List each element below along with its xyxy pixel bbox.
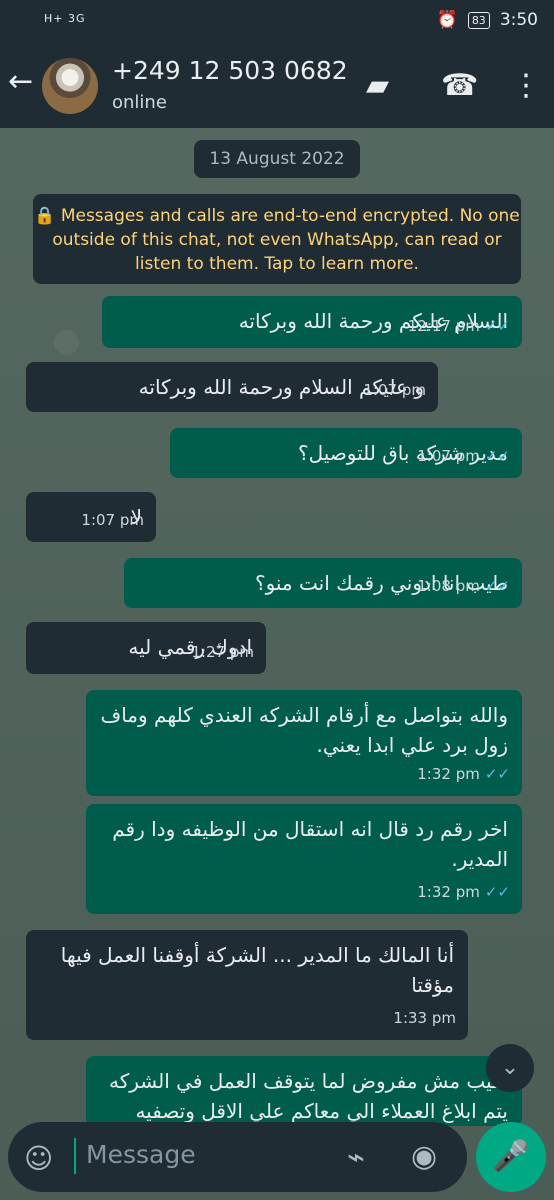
camera-icon[interactable]: ◉ — [411, 1139, 437, 1174]
message-meta: 1:08 pm ✓✓ — [417, 577, 510, 595]
read-receipt-icon: ✓✓ — [484, 317, 510, 335]
message-bubble[interactable]: والله بتواصل مع أرقام الشركه العندي كلهم… — [86, 690, 522, 796]
message-bubble[interactable]: السلام عليكم ورحمة الله وبركاته 12:17 pm… — [102, 296, 522, 348]
chat-area[interactable]: 13 August 2022 🔒 Messages and calls are … — [0, 128, 554, 1200]
scroll-down-button[interactable]: ⌄ — [486, 1044, 534, 1092]
read-receipt-icon: ✓✓ — [484, 447, 510, 465]
contact-status: online — [112, 92, 167, 113]
avatar[interactable] — [42, 58, 98, 114]
message-meta: 1:07 pm — [81, 511, 144, 529]
alarm-icon: ⏰ — [436, 10, 458, 30]
status-bar: H+ 3G ⏰ 83 3:50 — [0, 0, 554, 42]
voice-call-icon[interactable]: ☎ — [441, 68, 478, 103]
message-meta: 1:07 pm ✓✓ — [417, 447, 510, 465]
status-right: ⏰ 83 3:50 — [437, 10, 538, 30]
microphone-icon: 🎤 — [492, 1139, 530, 1174]
message-bubble[interactable]: و عليكم السلام ورحمة الله وبركاته 1:07 p… — [26, 362, 438, 412]
message-meta: 1:32 pm ✓✓ — [417, 883, 510, 901]
battery-level: 83 — [467, 11, 490, 29]
message-meta: 1:27 pm — [191, 643, 254, 661]
message-input-placeholder[interactable]: Message — [86, 1140, 196, 1169]
encryption-notice[interactable]: 🔒 Messages and calls are end-to-end encr… — [33, 194, 521, 284]
message-meta: 12:17 pm ✓✓ — [407, 317, 510, 335]
text-cursor — [74, 1138, 76, 1174]
message-bubble[interactable]: مدير شركه باق للتوصيل؟ 1:07 pm ✓✓ — [170, 428, 522, 478]
message-meta: 1:07 pm — [363, 381, 426, 399]
date-chip: 13 August 2022 — [194, 140, 360, 178]
contact-title[interactable]: +249 12 503 0682 — [112, 56, 348, 85]
read-receipt-icon: ✓✓ — [484, 577, 510, 595]
chat-header[interactable]: ← +249 12 503 0682 online ▰ ☎ ⋮ — [0, 42, 554, 128]
video-call-icon[interactable]: ▰ — [366, 68, 389, 103]
message-meta: 1:33 pm — [393, 1009, 456, 1027]
message-bubble[interactable]: طيب انا ادوني رقمك انت منو؟ 1:08 pm ✓✓ — [124, 558, 522, 608]
message-bubble[interactable]: أنا المالك ما المدير ... الشركة أوقفنا ا… — [26, 930, 468, 1040]
microphone-button[interactable]: 🎤 — [476, 1122, 546, 1192]
message-bubble[interactable]: ادوك رقمي ليه 1:27 pm — [26, 622, 266, 674]
read-receipt-icon: ✓✓ — [484, 883, 510, 901]
message-bubble[interactable]: لا 1:07 pm — [26, 492, 156, 542]
emoji-icon[interactable]: ☺ — [24, 1142, 53, 1175]
read-receipt-icon: ✓✓ — [484, 765, 510, 783]
back-arrow-icon[interactable]: ← — [8, 64, 33, 99]
lock-icon: 🔒 — [34, 206, 61, 226]
menu-icon[interactable]: ⋮ — [511, 68, 541, 103]
network-indicator: H+ 3G — [44, 12, 86, 25]
message-bubble[interactable]: طيب مش مفروض لما يتوقف العمل في الشركه ي… — [86, 1056, 522, 1126]
attachment-icon[interactable]: ⌁ — [347, 1140, 365, 1175]
status-time: 3:50 — [499, 10, 538, 30]
message-composer[interactable]: ☺ Message ⌁ ◉ — [8, 1122, 467, 1192]
message-meta: 1:32 pm ✓✓ — [417, 765, 510, 783]
chevrons-down-icon: ⌄ — [500, 1055, 520, 1080]
message-bubble[interactable]: اخر رقم رد قال انه استقال من الوظيفه ودا… — [86, 804, 522, 914]
